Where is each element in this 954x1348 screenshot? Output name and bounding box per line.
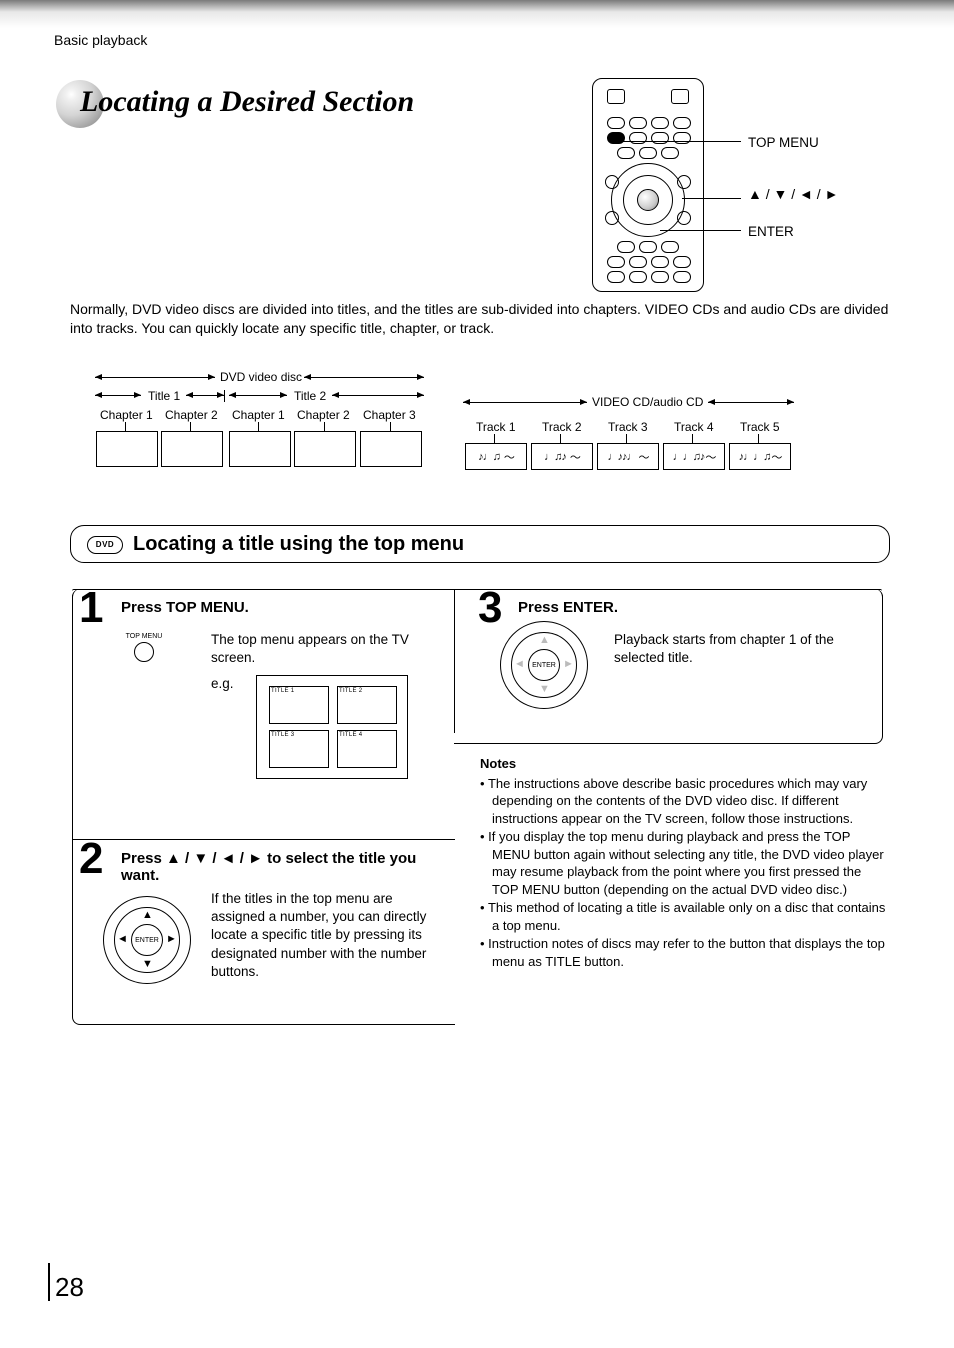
step-3: 3 Press ENTER. ENTER ▲ ▼ ◄ ► Playback st… bbox=[454, 589, 882, 743]
step-3-number: 3 bbox=[478, 583, 502, 633]
note-item: This method of locating a title is avail… bbox=[480, 899, 888, 934]
step-1-heading: Press TOP MENU. bbox=[121, 599, 445, 616]
remote-label-enter: ENTER bbox=[748, 224, 794, 239]
notes-heading: Notes bbox=[480, 755, 888, 773]
dpad-enter-icon: ENTER ▲ ▼ ◄ ► bbox=[500, 621, 588, 709]
step-1-eg-label: e.g. bbox=[211, 675, 234, 693]
dvd-t2-ch3: Chapter 3 bbox=[363, 408, 416, 422]
dvd-disc-label: DVD video disc bbox=[220, 370, 302, 384]
dvd-t1-ch2: Chapter 2 bbox=[165, 408, 218, 422]
track-5-label: Track 5 bbox=[740, 420, 780, 434]
dpad-icon: ENTER ▲ ▼ ◄ ► bbox=[103, 896, 191, 984]
dvd-title-2-label: Title 2 bbox=[294, 389, 326, 403]
track-4-label: Track 4 bbox=[674, 420, 714, 434]
section-heading: DVD Locating a title using the top menu bbox=[70, 525, 890, 563]
page-number: 28 bbox=[55, 1272, 84, 1303]
eg-title-2: TITLE 2 bbox=[339, 688, 362, 694]
intro-text: Normally, DVD video discs are divided in… bbox=[70, 300, 890, 338]
notes-section: Notes The instructions above describe ba… bbox=[480, 755, 888, 972]
note-item: If you display the top menu during playb… bbox=[480, 828, 888, 898]
page-title: Locating a Desired Section bbox=[80, 85, 414, 119]
dvd-structure-diagram: DVD video disc Title 1 Title 2 Chapter 1… bbox=[92, 365, 427, 480]
remote-label-topmenu: TOP MENU bbox=[748, 135, 819, 150]
step-2-text: If the titles in the top menu are assign… bbox=[211, 890, 445, 981]
dvd-t2-ch1: Chapter 1 bbox=[232, 408, 285, 422]
top-menu-button-icon: TOP MENU bbox=[117, 633, 171, 662]
track-2-label: Track 2 bbox=[542, 420, 582, 434]
step-1-text: The top menu appears on the TV screen. bbox=[211, 631, 439, 667]
step-2: 2 Press ▲ / ▼ / ◄ / ► to select the titl… bbox=[73, 839, 455, 1024]
step-1: 1 Press TOP MENU. TOP MENU The top menu … bbox=[73, 589, 455, 839]
eg-title-1: TITLE 1 bbox=[271, 688, 294, 694]
dvd-t2-ch2: Chapter 2 bbox=[297, 408, 350, 422]
note-item: The instructions above describe basic pr… bbox=[480, 775, 888, 828]
breadcrumb: Basic playback bbox=[54, 32, 147, 48]
page-number-bar bbox=[48, 1263, 50, 1301]
dpad-enter-center: ENTER bbox=[528, 649, 560, 681]
dvd-badge-icon: DVD bbox=[87, 536, 123, 554]
step-3-text: Playback starts from chapter 1 of the se… bbox=[614, 631, 858, 667]
dvd-t1-ch1: Chapter 1 bbox=[100, 408, 153, 422]
step-2-heading: Press ▲ / ▼ / ◄ / ► to select the title … bbox=[121, 850, 445, 884]
tv-screen-example: TITLE 1 TITLE 2 TITLE 3 TITLE 4 bbox=[256, 675, 408, 779]
step-2-number: 2 bbox=[79, 834, 103, 884]
eg-title-4: TITLE 4 bbox=[339, 732, 362, 738]
cd-disc-label: VIDEO CD/audio CD bbox=[592, 395, 703, 409]
section-title: Locating a title using the top menu bbox=[133, 533, 464, 556]
track-3-label: Track 3 bbox=[608, 420, 648, 434]
cd-structure-diagram: VIDEO CD/audio CD Track 1 Track 2 Track … bbox=[460, 392, 800, 480]
remote-diagram bbox=[592, 78, 704, 292]
dpad-center-label: ENTER bbox=[131, 924, 163, 956]
note-item: Instruction notes of discs may refer to … bbox=[480, 935, 888, 970]
dvd-title-1-label: Title 1 bbox=[148, 389, 180, 403]
step-3-heading: Press ENTER. bbox=[518, 599, 872, 616]
track-1-label: Track 1 bbox=[476, 420, 516, 434]
top-menu-icon-label: TOP MENU bbox=[126, 633, 163, 640]
eg-title-3: TITLE 3 bbox=[271, 732, 294, 738]
remote-label-arrows: ▲ / ▼ / ◄ / ► bbox=[748, 186, 838, 202]
